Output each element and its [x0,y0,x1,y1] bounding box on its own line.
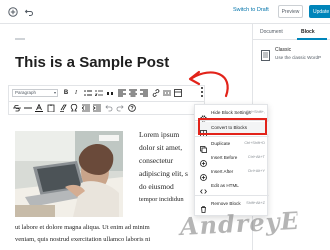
indent-icon[interactable] [92,103,102,113]
numbered-list-icon[interactable] [94,88,104,98]
editor-top-bar: Switch to Draft Preview Update [0,0,330,24]
special-character-icon[interactable] [69,103,79,113]
outdent-icon[interactable] [81,103,91,113]
highlight-box [198,118,267,135]
post-image [15,131,123,217]
bold-button[interactable]: B [61,88,71,98]
undo-icon[interactable] [104,103,114,113]
switch-to-draft-link[interactable]: Switch to Draft [233,7,269,13]
toolbar-row-divider [9,101,204,102]
chevron-down-icon: ▾ [53,90,56,95]
sidebar-tabs: Document Block [253,24,330,40]
menu-item-insert-before[interactable]: Insert Before Ctrl+Alt+T [195,152,269,167]
link-icon[interactable] [151,88,161,98]
paragraph-continuation[interactable]: ut labore et dolore magna aliqua. Ut eni… [15,222,205,246]
svg-text:AndreyEX: AndreyEX [177,205,298,241]
text-color-icon[interactable] [34,103,44,113]
preview-button[interactable]: Preview [278,5,303,18]
clear-formatting-icon[interactable] [58,103,68,113]
paste-text-icon[interactable] [46,103,56,113]
read-more-icon[interactable] [162,88,172,98]
gear-icon [200,109,207,122]
menu-item-insert-after[interactable]: Insert After Ctrl+Alt+Y [195,166,269,181]
dot [201,87,203,89]
menu-item-duplicate[interactable]: Duplicate Ctrl+Shift+D [195,138,269,153]
italic-button[interactable]: I [71,88,81,98]
block-card-title: Classic [275,47,292,53]
trash-icon [200,200,207,213]
menu-item-shortcut: Ctrl+Shift+, [246,110,265,114]
menu-item-label: Hide Block Settings [211,110,251,115]
menu-item-shortcut: Ctrl+Alt+Y [247,169,265,173]
format-select-value: Paragraph [15,90,37,95]
bullet-list-icon[interactable] [83,88,93,98]
html-icon [200,182,207,194]
menu-separator [195,136,269,137]
paragraph-line: ut labore et dolore magna aliqua. Ut eni… [15,224,150,231]
quote-icon[interactable] [105,88,115,98]
document-icon [261,48,270,61]
menu-item-shortcut: Ctrl+Shift+D [244,141,265,145]
more-options-button[interactable] [198,86,206,98]
paragraph-line: veniam, quis nostrud exercitation ullamc… [15,236,151,243]
align-center-icon[interactable] [128,88,138,98]
tab-block[interactable]: Block [301,29,315,35]
format-select[interactable]: Paragraph ▾ [12,89,58,97]
insert-before-icon [200,154,207,167]
menu-item-label: Insert After [211,169,234,174]
tab-document[interactable]: Document [260,29,283,35]
horizontal-line-icon[interactable] [23,103,33,113]
title-divider [15,38,25,40]
update-button[interactable]: Update [309,5,330,18]
help-icon[interactable] [127,103,137,113]
redo-icon[interactable] [115,103,125,113]
watermark-logo: AndreyEX [177,203,320,249]
toolbar-toggle-icon[interactable] [173,88,183,98]
menu-item-shortcut: Ctrl+Alt+T [247,155,265,159]
menu-item-label: Duplicate [211,141,231,146]
classic-block-toolbar: Paragraph ▾ B I [8,85,205,115]
block-card-description: Use the classic WordP [275,55,322,60]
undo-icon[interactable] [22,5,36,19]
align-left-icon[interactable] [117,88,127,98]
duplicate-icon [200,140,207,153]
dot [201,91,203,93]
menu-item-edit-as-html[interactable]: Edit as HTML [195,180,269,194]
dot [201,95,203,97]
menu-item-label: Insert Before [211,155,238,160]
post-title[interactable]: This is a Sample Post [15,54,169,71]
active-tab-indicator [297,38,327,40]
menu-separator [195,195,269,196]
add-block-icon[interactable] [6,5,20,19]
insert-after-icon [200,168,207,181]
align-right-icon[interactable] [139,88,149,98]
menu-item-label: Edit as HTML [211,183,239,188]
strikethrough-icon[interactable] [12,103,22,113]
